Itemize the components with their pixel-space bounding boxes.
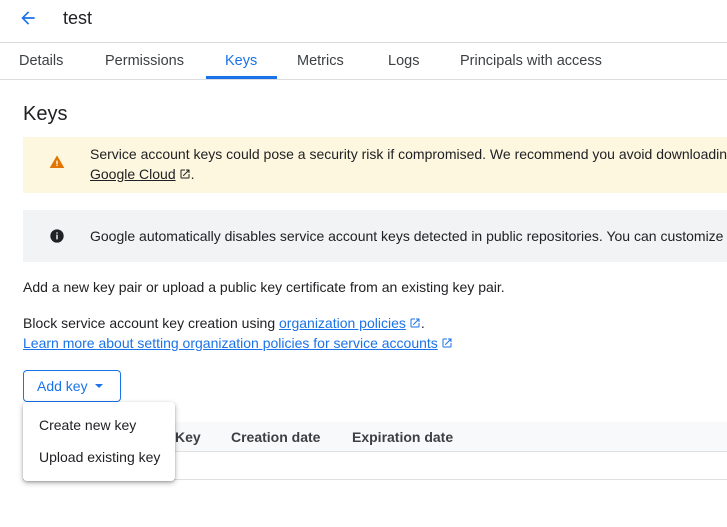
menu-item-create-new-key[interactable]: Create new key [23,409,175,441]
learn-more-link[interactable]: Learn more about setting organization po… [23,335,453,351]
add-key-label: Add key [37,378,88,394]
external-link-icon [179,165,191,185]
tab-metrics[interactable]: Metrics [297,43,344,80]
tab-permissions[interactable]: Permissions [105,43,184,80]
section-title: Keys [23,103,68,125]
column-header-key[interactable]: Key [175,422,201,452]
tab-keys[interactable]: Keys [225,43,257,80]
add-key-menu: Create new key Upload existing key [23,402,175,481]
info-icon [49,228,65,244]
column-header-creation-date[interactable]: Creation date [231,422,320,452]
intro-text: Add a new key pair or upload a public ke… [23,279,505,295]
warning-line-2-suffix: . [190,166,195,182]
page-title: test [63,8,93,28]
tab-logs[interactable]: Logs [388,43,419,80]
google-cloud-link-label: Google Cloud [90,166,176,182]
warning-text: Service account keys could pose a securi… [90,144,727,185]
external-link-icon [409,314,421,334]
organization-policies-link[interactable]: organization policies [279,315,421,331]
external-link-icon [441,334,453,354]
menu-item-upload-existing-key[interactable]: Upload existing key [23,441,175,473]
warning-line-1: Service account keys could pose a securi… [90,146,727,162]
organization-policies-link-label: organization policies [279,315,406,331]
page-header: test [0,0,727,42]
add-key-button[interactable]: Add key [23,370,121,402]
tab-principals-with-access[interactable]: Principals with access [460,43,602,80]
learn-more-line: Learn more about setting organization po… [23,333,453,354]
block-creation-prefix: Block service account key creation using [23,315,280,331]
warning-banner: Service account keys could pose a securi… [23,137,727,193]
active-tab-indicator [206,76,277,79]
block-creation-text: Block service account key creation using… [23,313,425,334]
google-cloud-link[interactable]: Google Cloud [90,166,191,182]
learn-more-link-label: Learn more about setting organization po… [23,335,438,351]
caret-down-icon [94,384,103,388]
tab-bar: Details Permissions Keys Metrics Logs Pr… [0,42,727,80]
warning-line-2: Google Cloud. [90,164,727,185]
service-account-keys-page: test Details Permissions Keys Metrics Lo… [0,0,727,527]
block-creation-suffix: . [420,315,425,331]
info-banner: Google automatically disables service ac… [23,210,727,262]
arrow-back-icon [18,8,38,33]
warning-icon [49,154,65,170]
tab-details[interactable]: Details [19,43,63,80]
info-text: Google automatically disables service ac… [90,228,724,244]
back-button[interactable] [14,6,42,34]
column-header-expiration-date[interactable]: Expiration date [352,422,453,452]
